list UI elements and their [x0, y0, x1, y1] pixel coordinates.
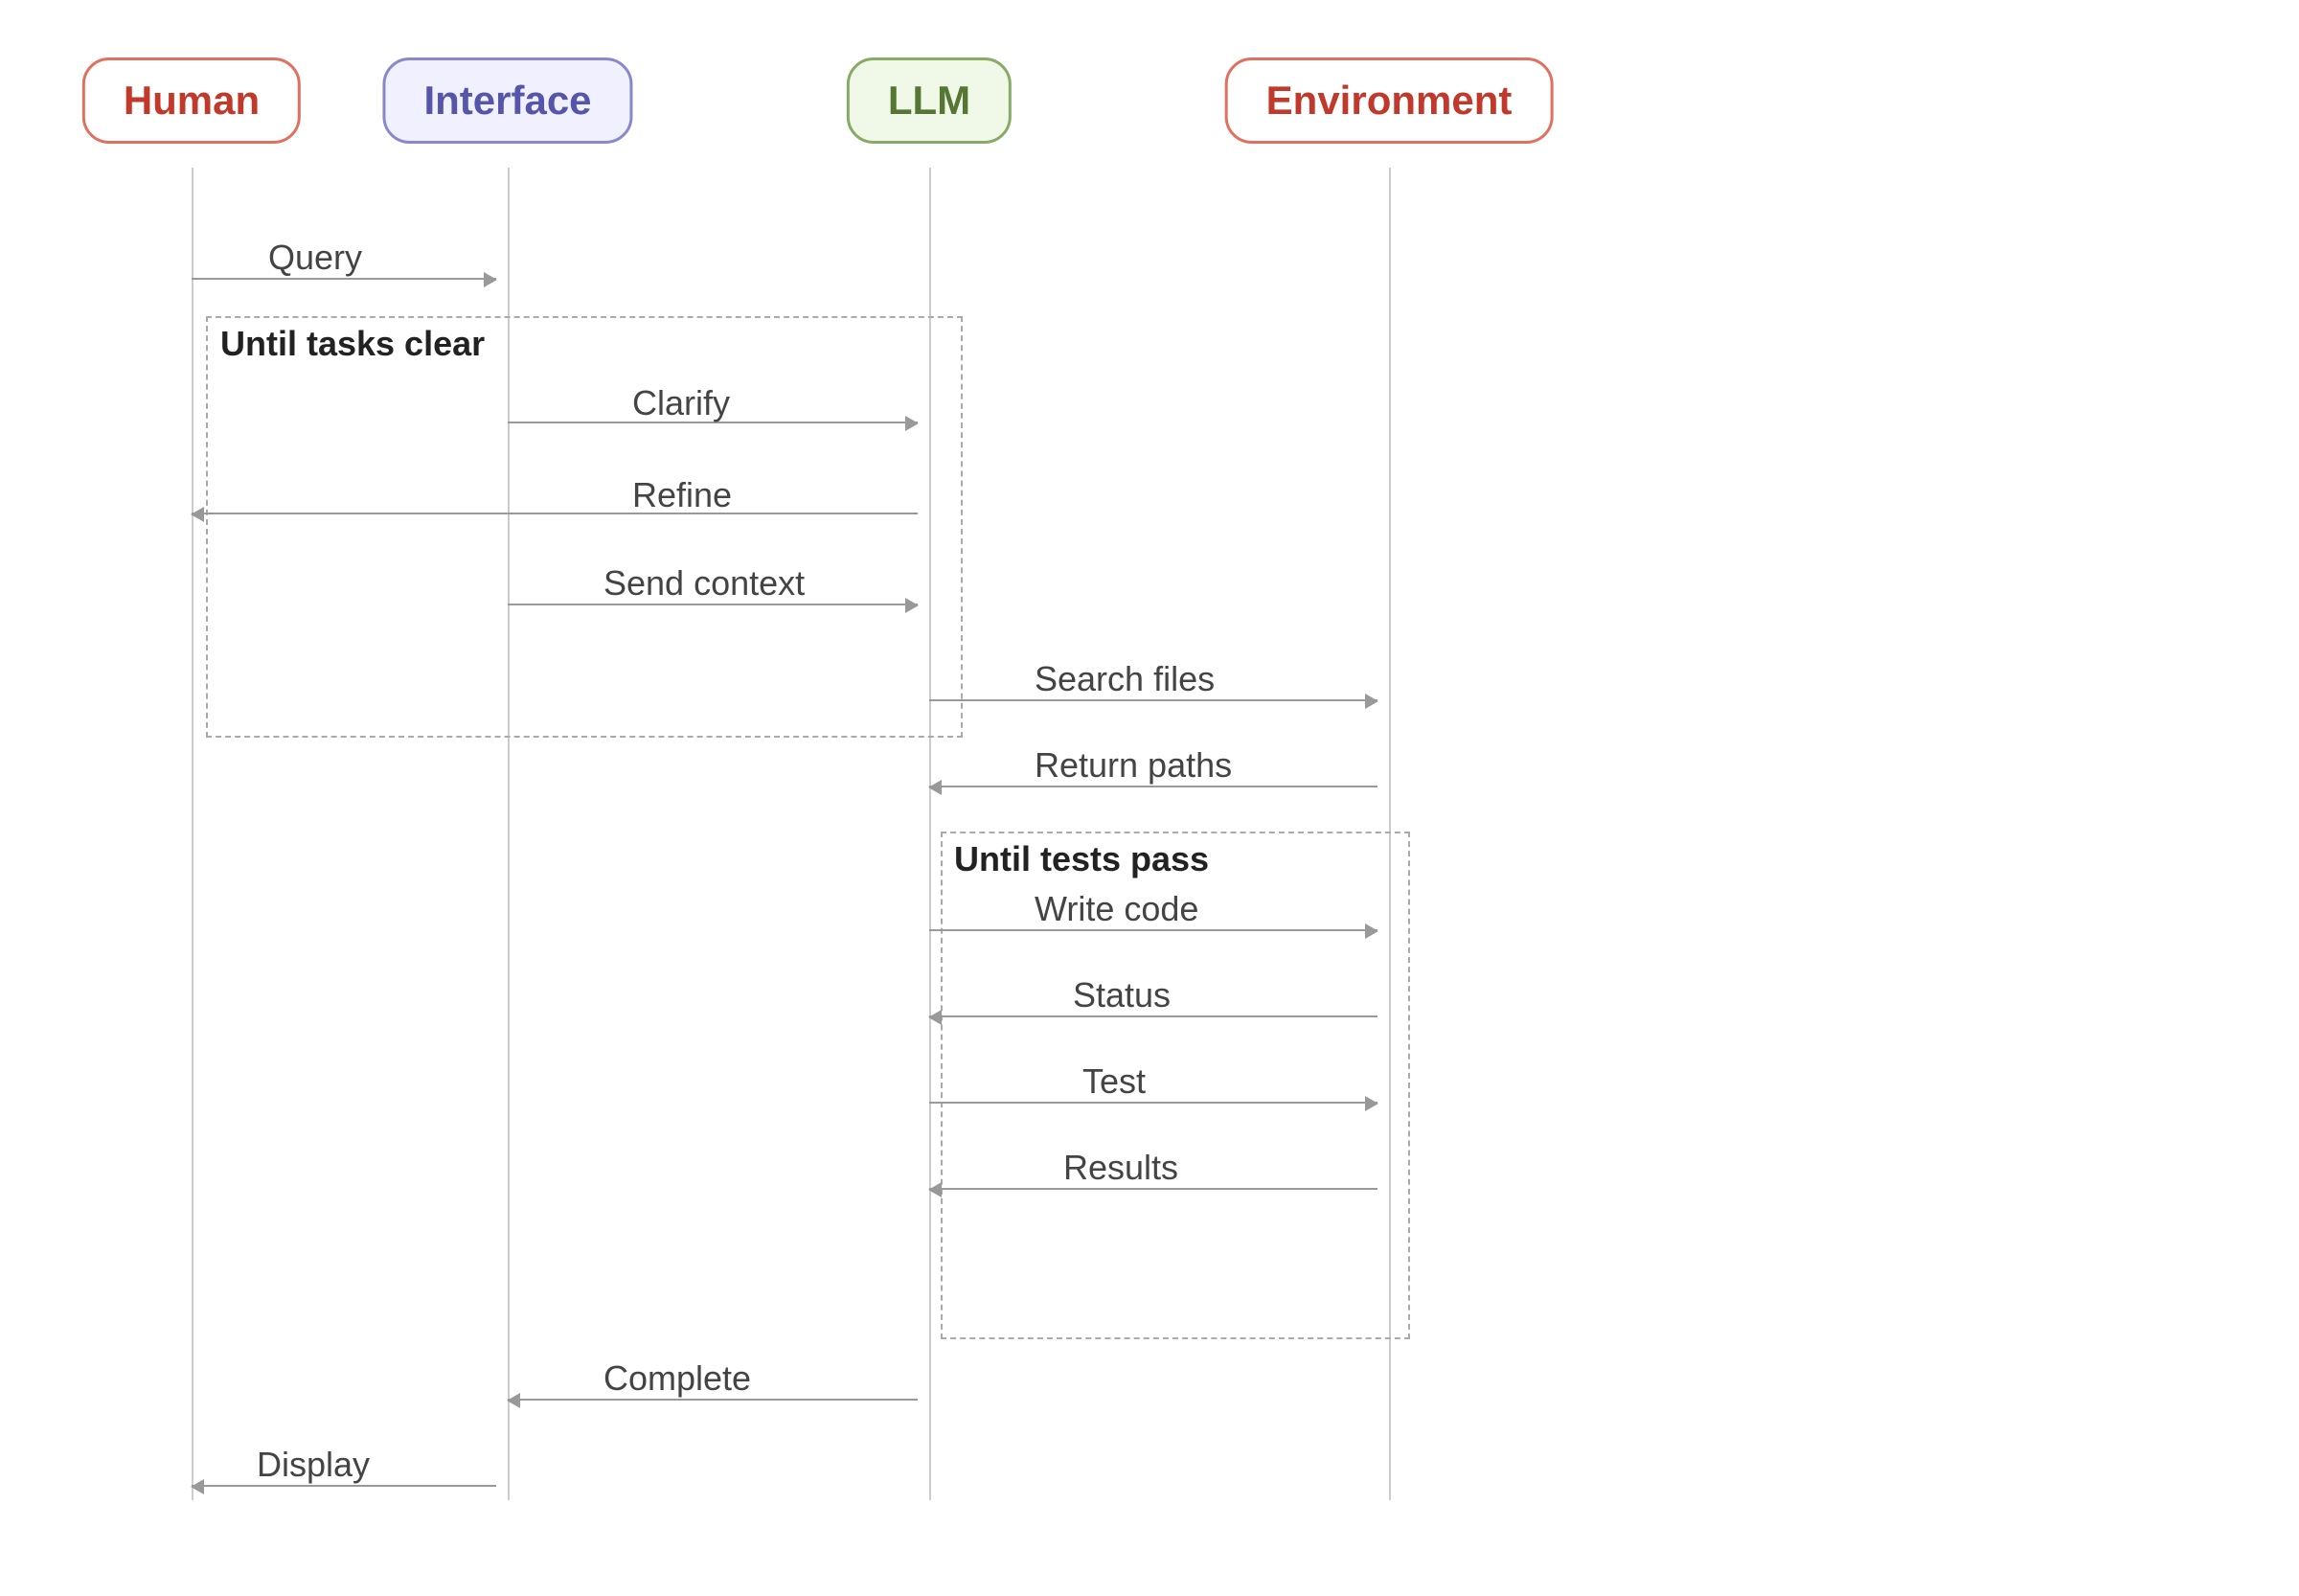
actor-human: Human: [82, 57, 301, 144]
arrow-display: [192, 1485, 496, 1487]
arrow-complete: [508, 1399, 918, 1401]
lifeline-human: [192, 168, 193, 1500]
actor-environment-label: Environment: [1266, 78, 1513, 123]
label-complete: Complete: [603, 1358, 751, 1399]
actor-llm: LLM: [847, 57, 1012, 144]
actor-interface-label: Interface: [423, 78, 591, 123]
loop-tasks-clear-label: Until tasks clear: [220, 324, 485, 364]
arrow-send-context: [508, 604, 918, 605]
actor-human-label: Human: [124, 78, 260, 123]
label-status: Status: [1073, 975, 1171, 1015]
label-return-paths: Return paths: [1035, 745, 1232, 786]
arrow-results: [929, 1188, 1377, 1190]
actor-interface: Interface: [382, 57, 632, 144]
label-test: Test: [1082, 1061, 1146, 1102]
label-display: Display: [257, 1445, 370, 1485]
label-send-context: Send context: [603, 563, 805, 604]
loop-tasks-clear: [206, 316, 963, 738]
arrow-query: [192, 278, 496, 280]
label-query: Query: [268, 238, 362, 278]
arrow-test: [929, 1102, 1377, 1104]
arrow-write-code: [929, 929, 1377, 931]
actor-environment: Environment: [1225, 57, 1554, 144]
label-results: Results: [1063, 1148, 1178, 1188]
label-clarify: Clarify: [632, 383, 730, 423]
sequence-diagram: Human Interface LLM Environment Query Un…: [0, 0, 2299, 1596]
label-refine: Refine: [632, 475, 732, 515]
arrow-status: [929, 1015, 1377, 1017]
arrow-search-files: [929, 699, 1377, 701]
arrow-refine: [192, 513, 918, 514]
loop-tests-pass-label: Until tests pass: [954, 839, 1209, 879]
label-search-files: Search files: [1035, 659, 1215, 699]
actor-llm-label: LLM: [888, 78, 970, 123]
arrow-return-paths: [929, 786, 1377, 787]
label-write-code: Write code: [1035, 889, 1198, 929]
